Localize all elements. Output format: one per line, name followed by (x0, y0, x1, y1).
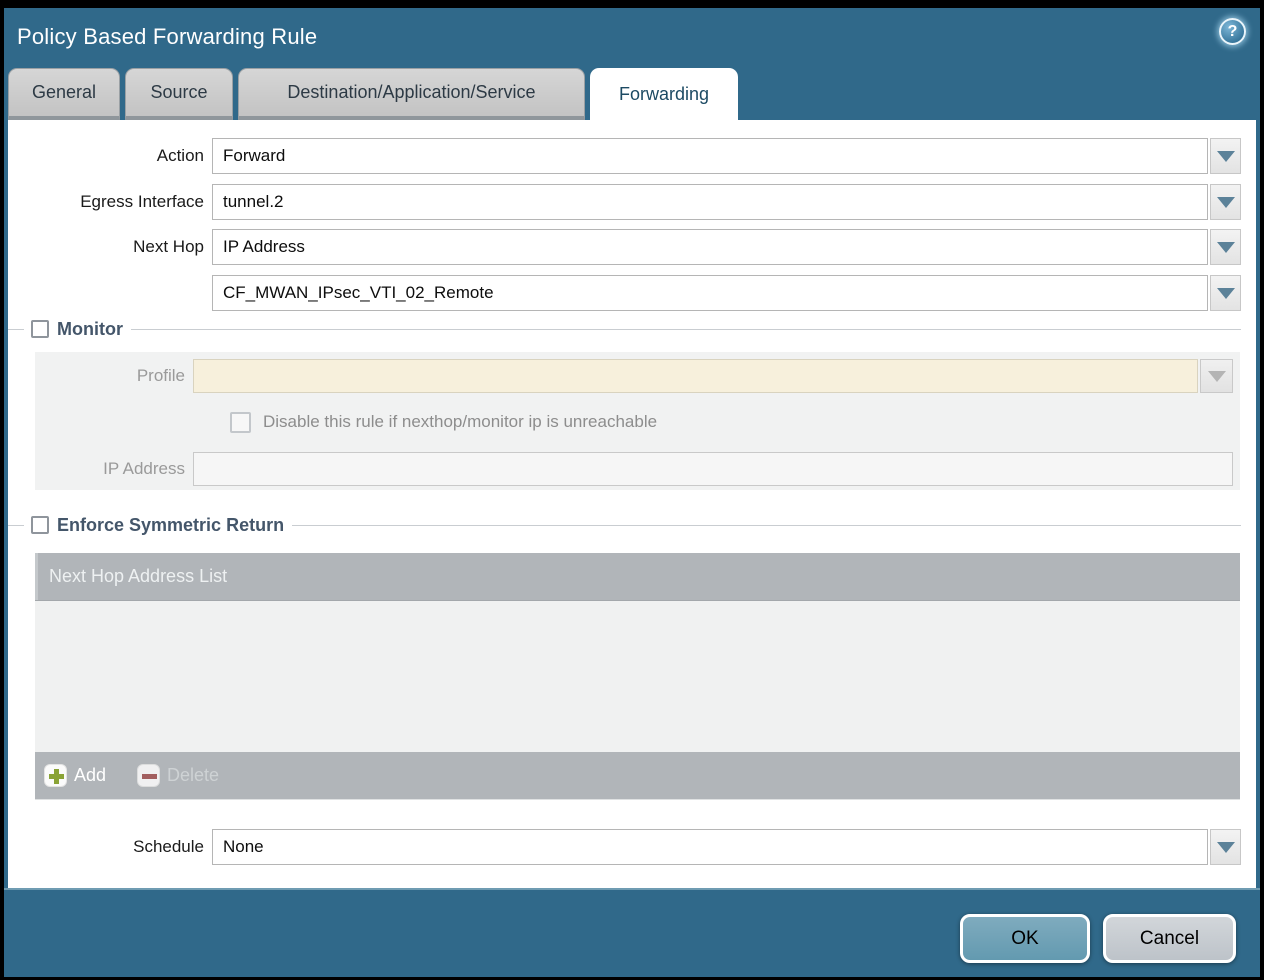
schedule-value[interactable]: None (212, 829, 1208, 865)
action-row: Action Forward (8, 138, 1241, 174)
chevron-down-icon (1217, 842, 1235, 853)
egress-interface-value[interactable]: tunnel.2 (212, 184, 1208, 220)
chevron-down-icon (1217, 151, 1235, 162)
profile-dropdown-button (1200, 359, 1233, 393)
policy-based-forwarding-dialog: Policy Based Forwarding Rule ? General S… (4, 8, 1260, 977)
enforce-symmetric-return-checkbox[interactable] (31, 516, 49, 534)
schedule-row: Schedule None (8, 829, 1241, 865)
next-hop-address-dropdown-button[interactable] (1210, 275, 1241, 311)
profile-dropdown (193, 359, 1233, 393)
delete-button-label: Delete (167, 765, 219, 786)
cancel-button[interactable]: Cancel (1103, 914, 1236, 963)
action-label: Action (8, 146, 204, 166)
add-button-label: Add (74, 765, 106, 786)
delete-button: Delete (137, 764, 219, 787)
egress-interface-label: Egress Interface (8, 192, 204, 212)
next-hop-value[interactable]: IP Address (212, 229, 1208, 265)
egress-interface-row: Egress Interface tunnel.2 (8, 184, 1241, 220)
next-hop-address-value[interactable]: CF_MWAN_IPsec_VTI_02_Remote (212, 275, 1208, 311)
next-hop-address-list-body (35, 601, 1240, 752)
plus-icon (44, 764, 67, 787)
egress-interface-dropdown: tunnel.2 (212, 184, 1241, 220)
forwarding-tab-panel: Action Forward Egress Interface tunnel.2… (8, 120, 1256, 888)
screen: Policy Based Forwarding Rule ? General S… (0, 0, 1264, 980)
enforce-symmetric-return-label: Enforce Symmetric Return (57, 515, 284, 536)
tab-source[interactable]: Source (125, 68, 233, 120)
next-hop-dropdown-button[interactable] (1210, 229, 1241, 265)
next-hop-label: Next Hop (8, 237, 204, 257)
symmetric-return-section-legend: Enforce Symmetric Return (8, 512, 1241, 538)
monitor-panel: Profile Disable this rule if nexthop/mon… (35, 352, 1240, 490)
dialog-title: Policy Based Forwarding Rule (17, 24, 317, 50)
action-dropdown-button[interactable] (1210, 138, 1241, 174)
help-icon[interactable]: ? (1219, 18, 1246, 45)
tab-destination-application-service[interactable]: Destination/Application/Service (238, 68, 585, 120)
next-hop-dropdown: IP Address (212, 229, 1241, 265)
action-dropdown: Forward (212, 138, 1241, 174)
schedule-dropdown-button[interactable] (1210, 829, 1241, 865)
minus-icon (137, 764, 160, 787)
next-hop-address-dropdown: CF_MWAN_IPsec_VTI_02_Remote (212, 275, 1241, 311)
schedule-dropdown: None (212, 829, 1241, 865)
next-hop-row: Next Hop IP Address (8, 229, 1241, 265)
add-button[interactable]: Add (44, 764, 106, 787)
disable-rule-label: Disable this rule if nexthop/monitor ip … (263, 412, 657, 432)
chevron-down-icon (1217, 197, 1235, 208)
dialog-footer: OK Cancel (4, 888, 1260, 977)
tab-bar: General Source Destination/Application/S… (8, 68, 738, 120)
ok-button[interactable]: OK (960, 914, 1090, 963)
schedule-label: Schedule (8, 837, 204, 857)
next-hop-address-list-toolbar: Add Delete (35, 752, 1240, 799)
tab-forwarding[interactable]: Forwarding (590, 68, 738, 120)
egress-interface-dropdown-button[interactable] (1210, 184, 1241, 220)
next-hop-address-row: CF_MWAN_IPsec_VTI_02_Remote (8, 275, 1241, 311)
disable-rule-checkbox (230, 412, 251, 433)
profile-label: Profile (35, 366, 185, 386)
action-value[interactable]: Forward (212, 138, 1208, 174)
chevron-down-icon (1217, 242, 1235, 253)
monitor-section-legend: Monitor (8, 316, 1241, 342)
monitor-legend-label: Monitor (57, 319, 123, 340)
monitor-checkbox[interactable] (31, 320, 49, 338)
monitor-ip-address-label: IP Address (35, 459, 185, 479)
dialog-titlebar: Policy Based Forwarding Rule ? (4, 8, 1260, 68)
profile-value (193, 359, 1198, 393)
next-hop-address-list-header: Next Hop Address List (35, 553, 1240, 601)
monitor-ip-address-input (193, 452, 1233, 486)
tab-general[interactable]: General (8, 68, 120, 120)
next-hop-address-table: Next Hop Address List Add Delete (35, 553, 1240, 800)
chevron-down-icon (1208, 371, 1226, 382)
chevron-down-icon (1217, 288, 1235, 299)
